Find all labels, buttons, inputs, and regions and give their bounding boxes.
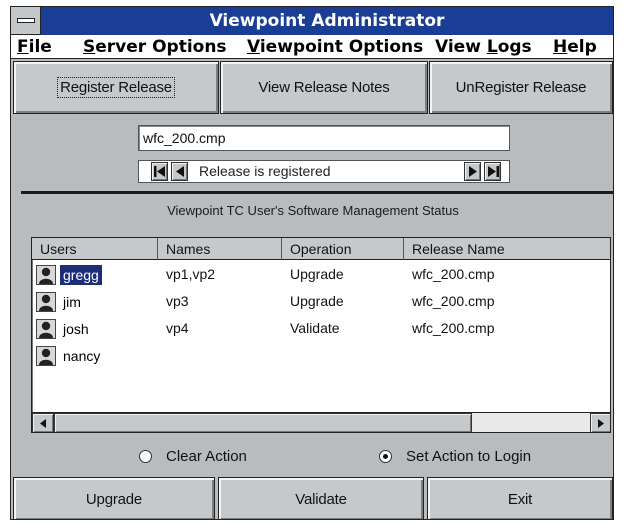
radio-indicator[interactable]: [139, 449, 152, 463]
menu-file[interactable]: File: [17, 35, 52, 59]
operation-cell: Upgrade: [290, 266, 344, 282]
title-bar[interactable]: Viewpoint Administrator: [11, 7, 613, 35]
release-name-cell: wfc_200.cmp: [412, 320, 495, 336]
names-cell: vp1,vp2: [166, 266, 216, 282]
scroll-left-button[interactable]: [32, 413, 54, 432]
operation-cell: Validate: [290, 320, 340, 336]
release-file-field[interactable]: wfc_200.cmp: [138, 125, 510, 151]
column-header-operation[interactable]: Operation: [282, 238, 404, 260]
clear-action-label: Clear Action: [166, 447, 247, 465]
names-cell: vp4: [166, 320, 189, 336]
first-icon: [153, 166, 165, 177]
viewpoint-administrator-window: Viewpoint Administrator File Server Opti…: [10, 6, 614, 520]
release-status-text: Release is registered: [199, 163, 331, 179]
menu-server-options[interactable]: Server Options: [83, 35, 227, 59]
column-header-users[interactable]: Users: [32, 238, 158, 260]
radio-indicator[interactable]: [379, 449, 392, 463]
user-icon: [36, 346, 56, 366]
register-release-button[interactable]: Register Release: [13, 61, 219, 114]
first-record-button[interactable]: [151, 162, 168, 181]
left-arrow-icon: [40, 418, 46, 428]
column-header-names[interactable]: Names: [158, 238, 282, 260]
user-status-list[interactable]: Users Names Operation Release Name gregg…: [31, 237, 611, 433]
list-column-headers: Users Names Operation Release Name: [32, 238, 610, 260]
scrollbar-track[interactable]: [472, 413, 590, 432]
previous-icon: [175, 166, 184, 177]
next-record-button[interactable]: [464, 162, 481, 181]
view-release-notes-button[interactable]: View Release Notes: [220, 61, 428, 114]
exit-button[interactable]: Exit: [427, 477, 613, 519]
list-item[interactable]: gregg vp1,vp2 Upgrade wfc_200.cmp: [32, 261, 610, 288]
list-item[interactable]: josh vp4 Validate wfc_200.cmp: [32, 315, 610, 342]
unregister-release-button[interactable]: UnRegister Release: [429, 61, 613, 114]
column-header-release-name[interactable]: Release Name: [404, 238, 610, 260]
operation-cell: Upgrade: [290, 293, 344, 309]
names-cell: vp3: [166, 293, 189, 309]
previous-record-button[interactable]: [171, 162, 188, 181]
last-record-button[interactable]: [484, 162, 501, 181]
set-action-to-login-label: Set Action to Login: [406, 447, 532, 465]
user-name: josh: [63, 321, 89, 337]
user-icon: [36, 265, 56, 285]
release-name-cell: wfc_200.cmp: [412, 293, 495, 309]
user-name: jim: [63, 294, 81, 310]
menu-viewpoint-options[interactable]: Viewpoint Options: [247, 35, 423, 59]
horizontal-scrollbar[interactable]: [32, 412, 610, 432]
validate-button[interactable]: Validate: [218, 477, 424, 519]
list-item[interactable]: jim vp3 Upgrade wfc_200.cmp: [32, 288, 610, 315]
user-name: gregg: [60, 265, 102, 285]
list-item[interactable]: nancy: [32, 342, 610, 369]
next-icon: [468, 166, 477, 177]
set-action-to-login-radio[interactable]: Set Action to Login: [379, 447, 531, 465]
menu-bar: File Server Options Viewpoint Options Vi…: [11, 35, 613, 59]
release-name-cell: wfc_200.cmp: [412, 266, 495, 282]
clear-action-radio[interactable]: Clear Action: [139, 447, 247, 465]
user-name: nancy: [63, 348, 101, 364]
system-menu-icon[interactable]: [11, 7, 41, 35]
last-icon: [487, 166, 499, 177]
scroll-right-button[interactable]: [590, 413, 610, 432]
user-icon: [36, 319, 56, 339]
scrollbar-thumb[interactable]: [54, 413, 472, 432]
section-divider: [21, 191, 613, 194]
right-arrow-icon: [598, 418, 604, 428]
user-icon: [36, 292, 56, 312]
menu-view-logs[interactable]: View Logs: [435, 35, 532, 59]
window-title: Viewpoint Administrator: [209, 11, 445, 31]
upgrade-button[interactable]: Upgrade: [13, 477, 215, 519]
menu-help[interactable]: Help: [553, 35, 597, 59]
section-title: Viewpoint TC User's Software Management …: [167, 203, 459, 218]
release-navigator: Release is registered: [138, 160, 510, 183]
